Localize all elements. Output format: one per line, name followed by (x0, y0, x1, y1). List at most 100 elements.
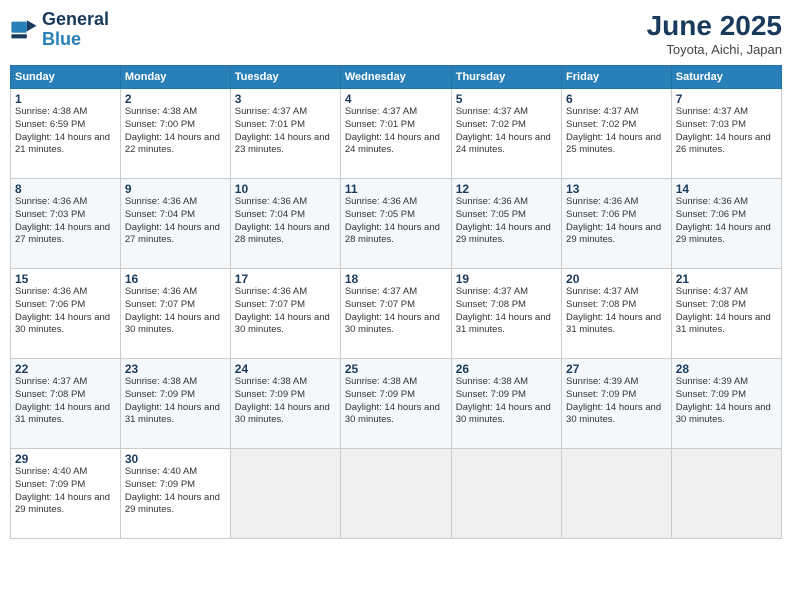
calendar-cell (340, 449, 451, 539)
calendar-cell: 12Sunrise: 4:36 AMSunset: 7:05 PMDayligh… (451, 179, 561, 269)
calendar-cell: 20Sunrise: 4:37 AMSunset: 7:08 PMDayligh… (562, 269, 672, 359)
calendar-cell: 25Sunrise: 4:38 AMSunset: 7:09 PMDayligh… (340, 359, 451, 449)
day-number: 22 (15, 362, 116, 376)
day-number: 26 (456, 362, 557, 376)
calendar-cell: 24Sunrise: 4:38 AMSunset: 7:09 PMDayligh… (230, 359, 340, 449)
page: General Blue June 2025 Toyota, Aichi, Ja… (0, 0, 792, 612)
calendar-week-row: 15Sunrise: 4:36 AMSunset: 7:06 PMDayligh… (11, 269, 782, 359)
calendar-cell: 5Sunrise: 4:37 AMSunset: 7:02 PMDaylight… (451, 89, 561, 179)
day-number: 1 (15, 92, 116, 106)
day-info: Sunrise: 4:37 AMSunset: 7:08 PMDaylight:… (566, 286, 667, 337)
day-number: 9 (125, 182, 226, 196)
day-info: Sunrise: 4:38 AMSunset: 7:09 PMDaylight:… (456, 376, 557, 427)
day-number: 20 (566, 272, 667, 286)
day-number: 15 (15, 272, 116, 286)
calendar-cell: 6Sunrise: 4:37 AMSunset: 7:02 PMDaylight… (562, 89, 672, 179)
calendar-cell (671, 449, 781, 539)
day-number: 4 (345, 92, 447, 106)
calendar-cell: 17Sunrise: 4:36 AMSunset: 7:07 PMDayligh… (230, 269, 340, 359)
day-info: Sunrise: 4:36 AMSunset: 7:05 PMDaylight:… (456, 196, 557, 247)
calendar-cell: 3Sunrise: 4:37 AMSunset: 7:01 PMDaylight… (230, 89, 340, 179)
day-info: Sunrise: 4:40 AMSunset: 7:09 PMDaylight:… (125, 466, 226, 517)
logo-line1: General (42, 10, 109, 30)
day-info: Sunrise: 4:37 AMSunset: 7:08 PMDaylight:… (456, 286, 557, 337)
header-saturday: Saturday (671, 66, 781, 89)
day-number: 6 (566, 92, 667, 106)
day-number: 13 (566, 182, 667, 196)
day-info: Sunrise: 4:36 AMSunset: 7:05 PMDaylight:… (345, 196, 447, 247)
calendar-cell: 22Sunrise: 4:37 AMSunset: 7:08 PMDayligh… (11, 359, 121, 449)
day-number: 3 (235, 92, 336, 106)
logo-text: General Blue (42, 10, 109, 50)
calendar-header-row: Sunday Monday Tuesday Wednesday Thursday… (11, 66, 782, 89)
calendar-cell: 4Sunrise: 4:37 AMSunset: 7:01 PMDaylight… (340, 89, 451, 179)
day-info: Sunrise: 4:36 AMSunset: 7:03 PMDaylight:… (15, 196, 116, 247)
calendar-cell: 18Sunrise: 4:37 AMSunset: 7:07 PMDayligh… (340, 269, 451, 359)
day-info: Sunrise: 4:38 AMSunset: 7:09 PMDaylight:… (345, 376, 447, 427)
calendar-cell: 2Sunrise: 4:38 AMSunset: 7:00 PMDaylight… (120, 89, 230, 179)
day-info: Sunrise: 4:39 AMSunset: 7:09 PMDaylight:… (566, 376, 667, 427)
header-tuesday: Tuesday (230, 66, 340, 89)
calendar-cell: 29Sunrise: 4:40 AMSunset: 7:09 PMDayligh… (11, 449, 121, 539)
day-number: 11 (345, 182, 447, 196)
day-number: 18 (345, 272, 447, 286)
day-info: Sunrise: 4:37 AMSunset: 7:08 PMDaylight:… (15, 376, 116, 427)
logo: General Blue (10, 10, 109, 50)
location-subtitle: Toyota, Aichi, Japan (647, 42, 782, 57)
logo-icon (10, 16, 38, 44)
calendar-week-row: 22Sunrise: 4:37 AMSunset: 7:08 PMDayligh… (11, 359, 782, 449)
calendar-cell: 13Sunrise: 4:36 AMSunset: 7:06 PMDayligh… (562, 179, 672, 269)
day-number: 23 (125, 362, 226, 376)
logo-line2: Blue (42, 30, 109, 50)
header-sunday: Sunday (11, 66, 121, 89)
calendar-cell: 30Sunrise: 4:40 AMSunset: 7:09 PMDayligh… (120, 449, 230, 539)
day-number: 14 (676, 182, 777, 196)
day-info: Sunrise: 4:37 AMSunset: 7:01 PMDaylight:… (345, 106, 447, 157)
day-number: 5 (456, 92, 557, 106)
calendar-cell: 23Sunrise: 4:38 AMSunset: 7:09 PMDayligh… (120, 359, 230, 449)
day-number: 21 (676, 272, 777, 286)
day-number: 17 (235, 272, 336, 286)
day-info: Sunrise: 4:40 AMSunset: 7:09 PMDaylight:… (15, 466, 116, 517)
calendar-cell: 28Sunrise: 4:39 AMSunset: 7:09 PMDayligh… (671, 359, 781, 449)
day-info: Sunrise: 4:37 AMSunset: 7:02 PMDaylight:… (456, 106, 557, 157)
day-number: 7 (676, 92, 777, 106)
calendar-week-row: 29Sunrise: 4:40 AMSunset: 7:09 PMDayligh… (11, 449, 782, 539)
header: General Blue June 2025 Toyota, Aichi, Ja… (10, 10, 782, 57)
calendar-cell: 11Sunrise: 4:36 AMSunset: 7:05 PMDayligh… (340, 179, 451, 269)
header-wednesday: Wednesday (340, 66, 451, 89)
day-info: Sunrise: 4:36 AMSunset: 7:06 PMDaylight:… (566, 196, 667, 247)
calendar-cell (451, 449, 561, 539)
day-info: Sunrise: 4:37 AMSunset: 7:02 PMDaylight:… (566, 106, 667, 157)
day-info: Sunrise: 4:37 AMSunset: 7:03 PMDaylight:… (676, 106, 777, 157)
title-area: June 2025 Toyota, Aichi, Japan (647, 10, 782, 57)
day-info: Sunrise: 4:37 AMSunset: 7:08 PMDaylight:… (676, 286, 777, 337)
calendar-cell: 16Sunrise: 4:36 AMSunset: 7:07 PMDayligh… (120, 269, 230, 359)
day-info: Sunrise: 4:39 AMSunset: 7:09 PMDaylight:… (676, 376, 777, 427)
calendar-cell: 15Sunrise: 4:36 AMSunset: 7:06 PMDayligh… (11, 269, 121, 359)
day-info: Sunrise: 4:37 AMSunset: 7:07 PMDaylight:… (345, 286, 447, 337)
day-number: 27 (566, 362, 667, 376)
day-info: Sunrise: 4:37 AMSunset: 7:01 PMDaylight:… (235, 106, 336, 157)
header-friday: Friday (562, 66, 672, 89)
day-info: Sunrise: 4:36 AMSunset: 7:06 PMDaylight:… (676, 196, 777, 247)
calendar-table: Sunday Monday Tuesday Wednesday Thursday… (10, 65, 782, 539)
day-info: Sunrise: 4:38 AMSunset: 7:09 PMDaylight:… (125, 376, 226, 427)
calendar-cell: 1Sunrise: 4:38 AMSunset: 6:59 PMDaylight… (11, 89, 121, 179)
day-number: 25 (345, 362, 447, 376)
day-number: 16 (125, 272, 226, 286)
calendar-cell: 8Sunrise: 4:36 AMSunset: 7:03 PMDaylight… (11, 179, 121, 269)
day-number: 12 (456, 182, 557, 196)
calendar-week-row: 1Sunrise: 4:38 AMSunset: 6:59 PMDaylight… (11, 89, 782, 179)
calendar-cell: 21Sunrise: 4:37 AMSunset: 7:08 PMDayligh… (671, 269, 781, 359)
calendar-cell (230, 449, 340, 539)
day-number: 19 (456, 272, 557, 286)
header-thursday: Thursday (451, 66, 561, 89)
day-number: 29 (15, 452, 116, 466)
calendar-week-row: 8Sunrise: 4:36 AMSunset: 7:03 PMDaylight… (11, 179, 782, 269)
day-info: Sunrise: 4:38 AMSunset: 7:00 PMDaylight:… (125, 106, 226, 157)
calendar-cell: 14Sunrise: 4:36 AMSunset: 7:06 PMDayligh… (671, 179, 781, 269)
day-number: 8 (15, 182, 116, 196)
calendar-cell: 9Sunrise: 4:36 AMSunset: 7:04 PMDaylight… (120, 179, 230, 269)
day-info: Sunrise: 4:38 AMSunset: 7:09 PMDaylight:… (235, 376, 336, 427)
